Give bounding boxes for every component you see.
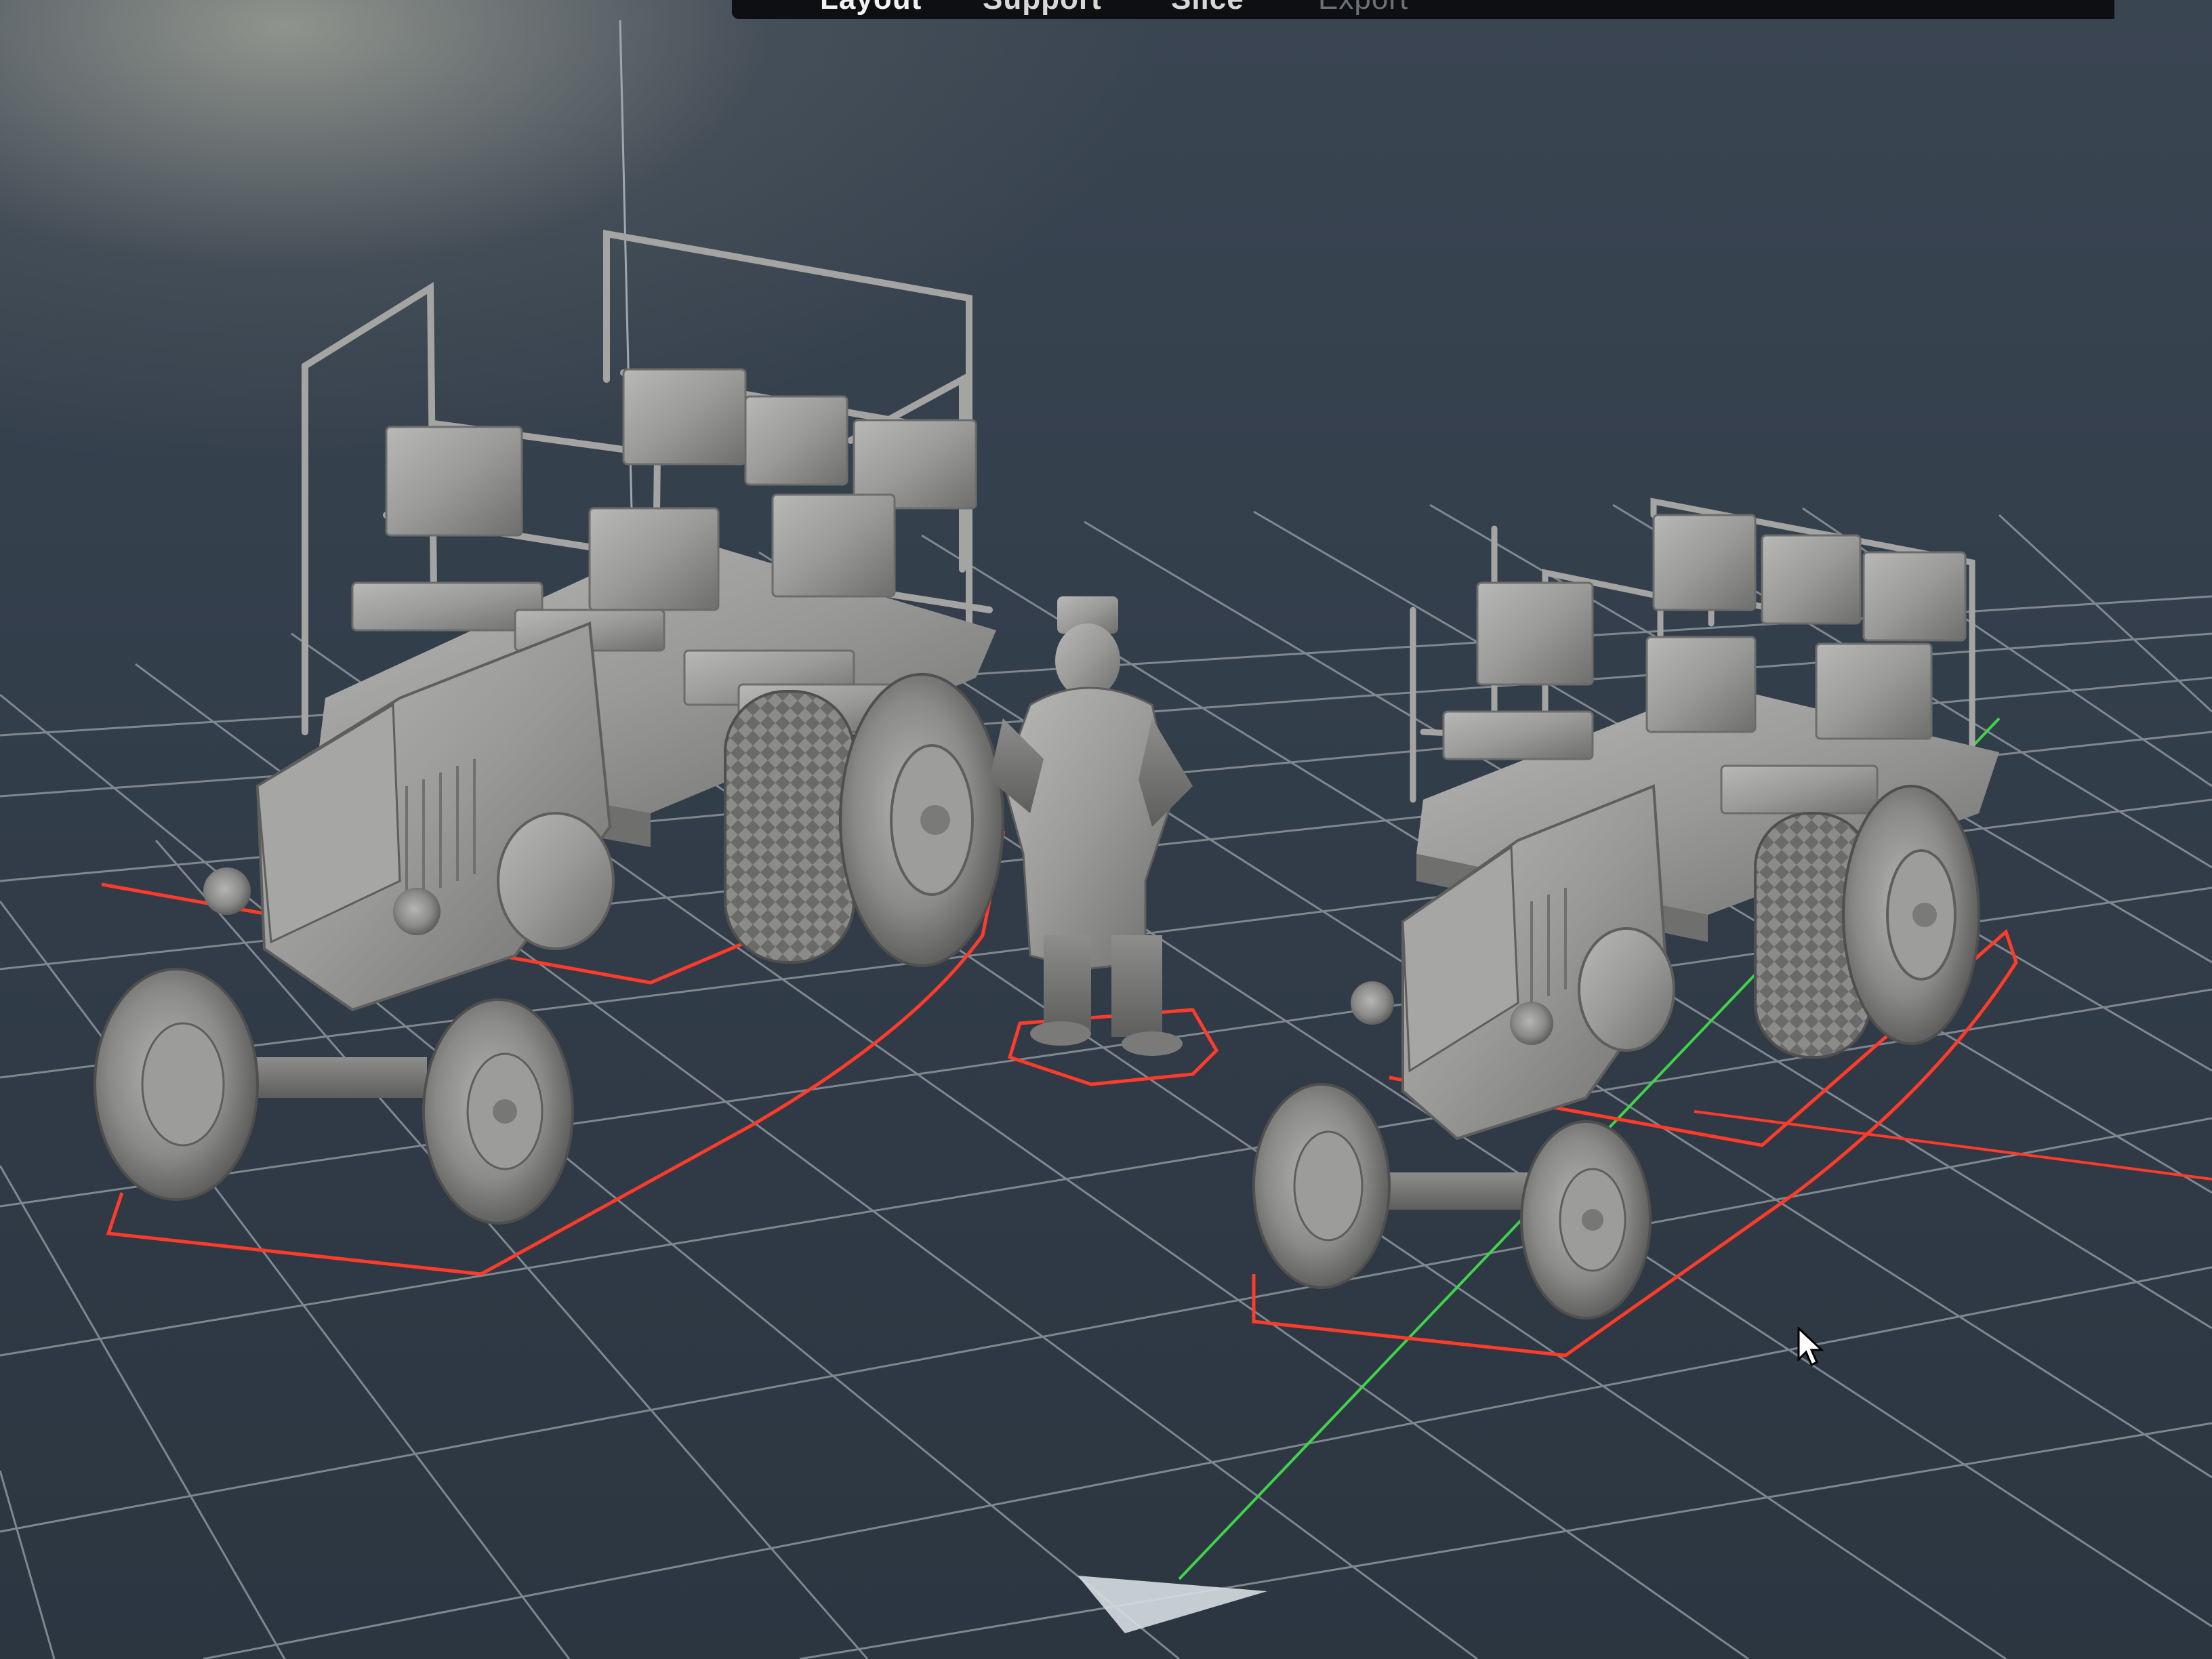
view-orientation-marker xyxy=(1078,1576,1267,1633)
model-tractor-right[interactable] xyxy=(1252,497,1999,1319)
3d-viewport[interactable] xyxy=(0,0,2212,1659)
app-window: Layout Support Slice Export xyxy=(0,0,2212,1659)
mouse-cursor-icon xyxy=(1797,1327,1824,1367)
model-figure[interactable] xyxy=(989,596,1193,1056)
model-tractor-left[interactable] xyxy=(94,230,1004,1225)
